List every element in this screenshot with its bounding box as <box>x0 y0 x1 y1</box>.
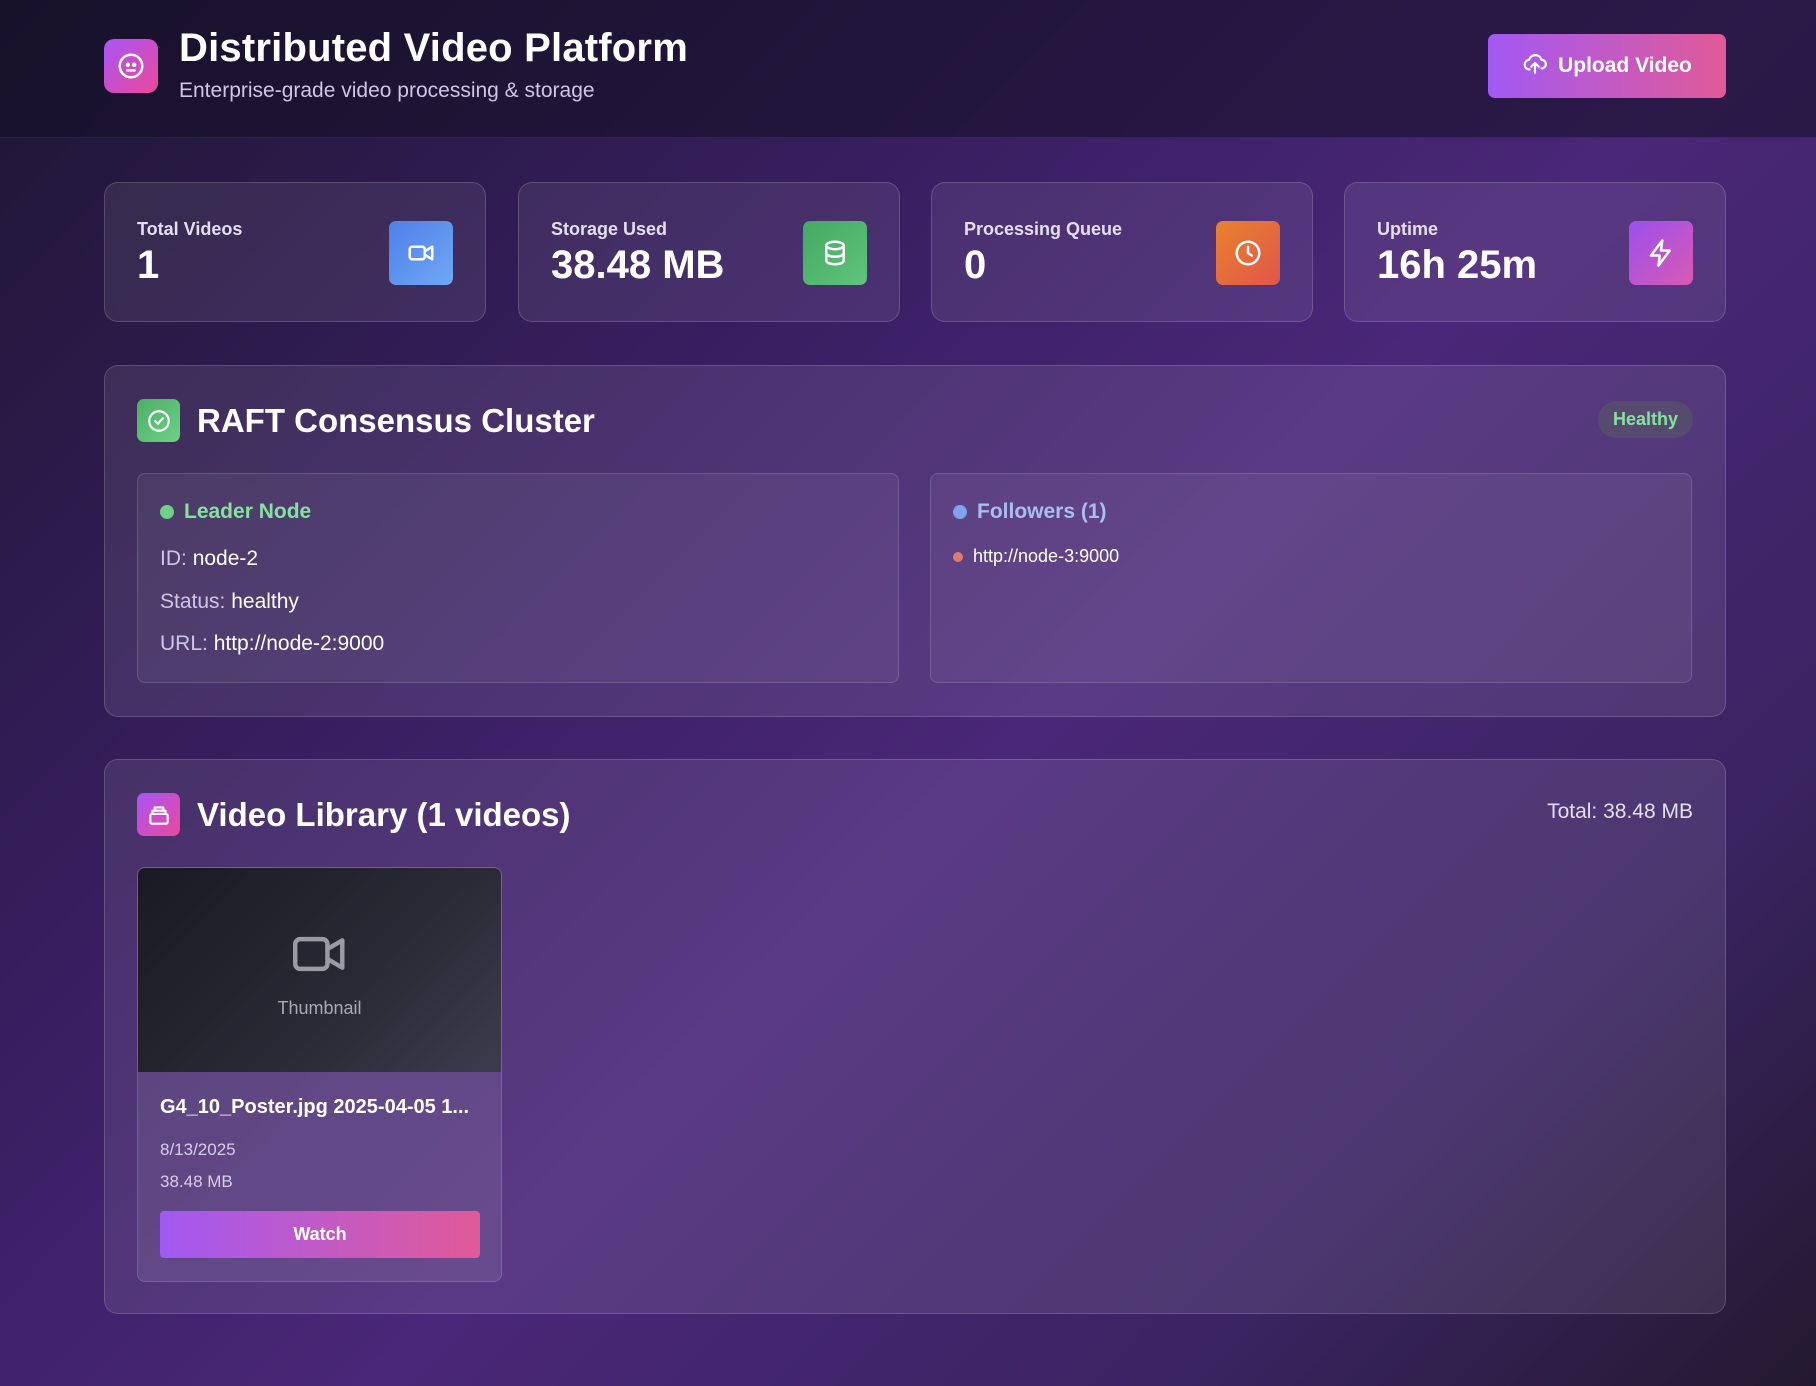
leader-url-label: URL: <box>160 632 208 655</box>
video-size: 38.48 MB <box>160 1172 233 1191</box>
leader-id-label: ID: <box>160 547 187 570</box>
stat-value: 16h 25m <box>1377 243 1538 287</box>
lightning-icon <box>1629 221 1693 285</box>
stat-label: Uptime <box>1377 219 1439 239</box>
thumbnail-label: Thumbnail <box>277 998 362 1018</box>
followers-card: Followers (1) http://node-3:9000 <box>930 473 1692 683</box>
follower-item: http://node-3:9000 <box>953 546 1119 567</box>
app-title: Distributed Video Platform <box>179 26 688 70</box>
leader-id-line: ID: node-2 <box>160 547 258 571</box>
leader-status-dot <box>160 505 174 519</box>
follower-status-dot <box>953 551 963 562</box>
status-badge: Healthy <box>1597 401 1693 438</box>
clock-icon <box>1216 221 1280 285</box>
database-icon <box>803 221 867 285</box>
followers-status-dot <box>953 505 967 519</box>
leader-node-heading: Leader Node <box>160 500 311 524</box>
stat-label: Storage Used <box>551 219 668 239</box>
leader-url-line: URL: http://node-2:9000 <box>160 632 384 656</box>
library-title: Video Library (1 videos) <box>197 796 571 833</box>
cluster-title: RAFT Consensus Cluster <box>197 402 595 439</box>
video-title: G4_10_Poster.jpg 2025-04-05 1... <box>160 1096 470 1118</box>
stat-card-uptime: Uptime 16h 25m <box>1344 182 1726 322</box>
robot-face-icon <box>104 39 158 93</box>
stat-card-processing-queue: Processing Queue 0 <box>931 182 1313 322</box>
leader-status-label: Status: <box>160 590 226 613</box>
followers-heading: Followers (1) <box>953 500 1107 524</box>
leader-url-value: http://node-2:9000 <box>213 632 385 655</box>
video-library-panel: Video Library (1 videos) Total: 38.48 MB… <box>104 759 1726 1314</box>
leader-id-value: node-2 <box>192 547 259 570</box>
video-camera-icon <box>389 221 453 285</box>
stat-label: Total Videos <box>137 219 243 239</box>
stat-card-total-videos: Total Videos 1 <box>104 182 486 322</box>
video-card[interactable]: Thumbnail G4_10_Poster.jpg 2025-04-05 1.… <box>137 867 502 1282</box>
stat-value: 38.48 MB <box>551 243 725 287</box>
leader-node-card: Leader Node ID: node-2 Status: healthy U… <box>137 473 899 683</box>
leader-node-label: Leader Node <box>184 500 312 523</box>
archive-icon <box>137 793 180 836</box>
upload-video-label: Upload Video <box>1558 54 1692 77</box>
upload-video-button[interactable]: Upload Video <box>1488 34 1726 98</box>
app-header: Distributed Video Platform Enterprise-gr… <box>0 0 1816 138</box>
library-total: Total: 38.48 MB <box>1547 800 1693 823</box>
app-subtitle: Enterprise-grade video processing & stor… <box>179 79 595 102</box>
stat-card-storage-used: Storage Used 38.48 MB <box>518 182 900 322</box>
cloud-upload-icon <box>1522 50 1548 82</box>
stat-value: 1 <box>137 243 160 287</box>
watch-button[interactable]: Watch <box>160 1211 480 1258</box>
followers-label: Followers (1) <box>977 500 1107 523</box>
video-camera-icon <box>290 928 350 985</box>
stat-label: Processing Queue <box>964 219 1123 239</box>
follower-url: http://node-3:9000 <box>973 546 1120 566</box>
video-date: 8/13/2025 <box>160 1140 236 1159</box>
leader-status-line: Status: healthy <box>160 590 299 614</box>
raft-cluster-panel: RAFT Consensus Cluster Healthy Leader No… <box>104 365 1726 717</box>
leader-status-value: healthy <box>231 590 299 613</box>
stat-value: 0 <box>964 243 987 287</box>
video-thumbnail[interactable]: Thumbnail <box>138 868 501 1072</box>
check-circle-icon <box>137 399 180 442</box>
